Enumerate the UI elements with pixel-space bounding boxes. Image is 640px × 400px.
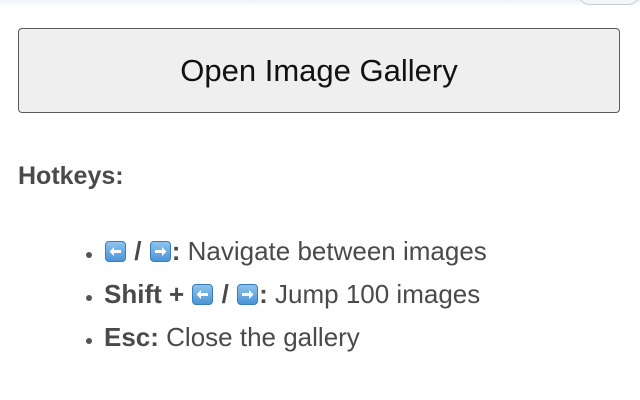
right-arrow-key-icon bbox=[149, 241, 171, 262]
list-item-jump: Shift + / : Jump 100 images bbox=[104, 273, 487, 316]
hotkey-colon: : bbox=[171, 236, 181, 266]
right-arrow-key-icon bbox=[237, 284, 259, 305]
hotkey-colon: : bbox=[259, 279, 268, 309]
hotkey-description: Navigate between images bbox=[187, 236, 487, 266]
hotkey-key: Esc: bbox=[104, 322, 159, 352]
keys-separator: / bbox=[221, 279, 229, 309]
open-image-gallery-button[interactable]: Open Image Gallery bbox=[18, 28, 620, 113]
list-item-navigate: / : Navigate between images bbox=[104, 230, 487, 273]
keys-separator: / bbox=[134, 236, 142, 266]
hotkey-description: Jump 100 images bbox=[275, 279, 481, 309]
hotkey-modifier: Shift + bbox=[104, 279, 185, 309]
list-item-close: Esc: Close the gallery bbox=[104, 316, 487, 359]
window-corner bbox=[578, 0, 640, 5]
left-arrow-key-icon bbox=[105, 241, 126, 262]
hotkey-description: Close the gallery bbox=[166, 322, 360, 352]
hotkey-list: / : Navigate between images Shift + / : … bbox=[75, 230, 487, 359]
hotkeys-heading: Hotkeys: bbox=[18, 162, 124, 190]
left-arrow-key-icon bbox=[192, 284, 214, 305]
window-top-edge bbox=[0, 0, 640, 6]
